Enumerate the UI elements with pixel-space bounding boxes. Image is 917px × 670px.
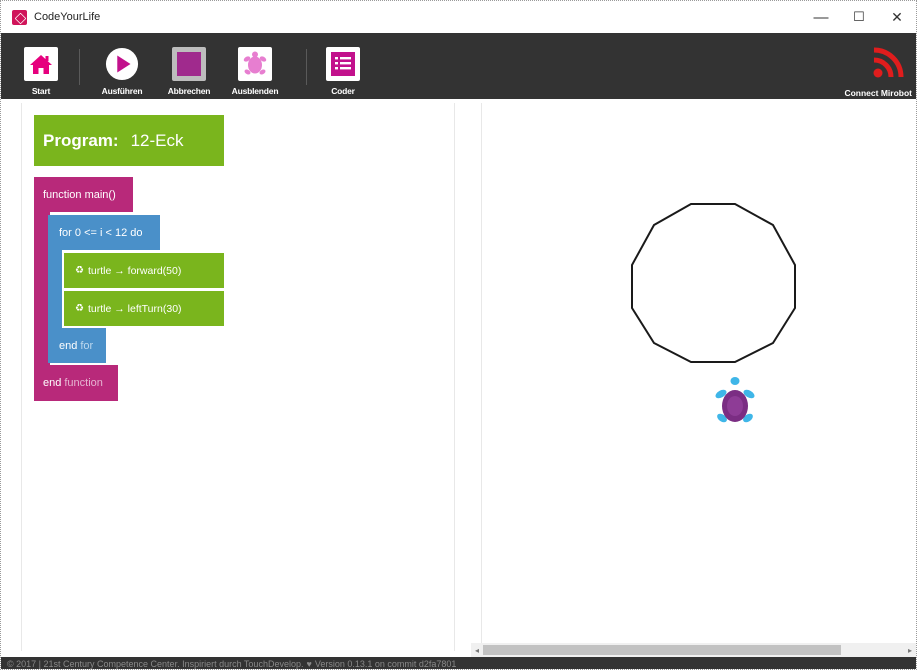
window-controls: — ☐ ✕ [802,1,916,33]
status-footer: © 2017 | 21st Century Competence Center.… [1,657,916,669]
for-loop-block[interactable]: for 0 <= i < 12 do [48,215,160,250]
drawing-svg [631,203,796,423]
program-label: Program: [43,130,119,150]
recycle-icon: ♻ [75,265,84,276]
for-keyword: for [80,339,94,352]
footer-version: Version 0.13.1 on commit d2fa7801 [314,659,457,669]
stop-button[interactable]: Abbrechen [159,47,219,96]
end-keyword: end [43,377,62,389]
connect-mirobot-button[interactable]: Connect Mirobot [832,45,912,98]
recycle-icon: ♻ [75,303,84,314]
close-button[interactable]: ✕ [878,1,916,33]
function-keyword: function [64,377,103,389]
turtle-sprite [715,377,755,423]
statement-left-turn[interactable]: ♻ turtle → leftTurn(30) [64,291,224,326]
end-for-block[interactable]: end for [48,328,106,363]
list-icon [326,47,360,81]
toolbar-separator [79,49,80,85]
statement-forward[interactable]: ♻ turtle → forward(50) [64,253,224,288]
program-name: 12-Eck [130,130,184,150]
run-button[interactable]: Ausführen [92,47,152,96]
run-label: Ausführen [101,86,143,96]
footer-copyright: © 2017 | 21st Century Competence Center.… [7,659,304,669]
stop-label: Abbrechen [167,86,211,96]
minimize-button[interactable]: — [802,1,840,33]
home-icon [24,47,58,81]
code-editor-panel: Program: 12-Eck function main() for 0 <=… [21,103,455,651]
app-window: CodeYourLife — ☐ ✕ Start Ausführen Abbre… [0,0,917,670]
scroll-left-icon[interactable]: ◂ [471,643,483,657]
window-title: CodeYourLife [34,11,101,23]
play-icon [105,47,139,81]
scroll-right-icon[interactable]: ▸ [904,643,916,657]
horizontal-scrollbar[interactable]: ◂ ▸ [471,643,916,657]
turtle-canvas[interactable] [481,103,916,643]
stop-icon [172,47,206,81]
connect-label: Connect Mirobot [844,88,912,98]
start-label: Start [31,86,51,96]
dodecagon-path [631,203,796,363]
heart-icon: ♥ [306,659,312,669]
toolbar-separator [306,49,307,85]
coder-label: Coder [331,86,355,96]
start-button[interactable]: Start [11,47,71,96]
maximize-button[interactable]: ☐ [840,1,878,33]
app-logo-icon [12,9,27,25]
wifi-signal-icon [872,45,906,84]
coder-button[interactable]: Coder [313,47,373,96]
turtle-icon [238,47,272,81]
statement-text: turtle → forward(50) [87,264,182,277]
hide-button[interactable]: Ausblenden [225,47,285,96]
scrollbar-thumb[interactable] [483,645,841,655]
statement-text: turtle → leftTurn(30) [87,302,182,315]
end-keyword: end [59,339,78,352]
end-function-block[interactable]: end function [34,365,118,401]
program-header[interactable]: Program: 12-Eck [34,115,224,166]
toolbar: Start Ausführen Abbrechen Ausblenden Cod… [1,33,916,99]
hide-label: Ausblenden [231,86,279,96]
function-main-block[interactable]: function main() [34,177,133,212]
title-bar: CodeYourLife — ☐ ✕ [1,1,916,33]
